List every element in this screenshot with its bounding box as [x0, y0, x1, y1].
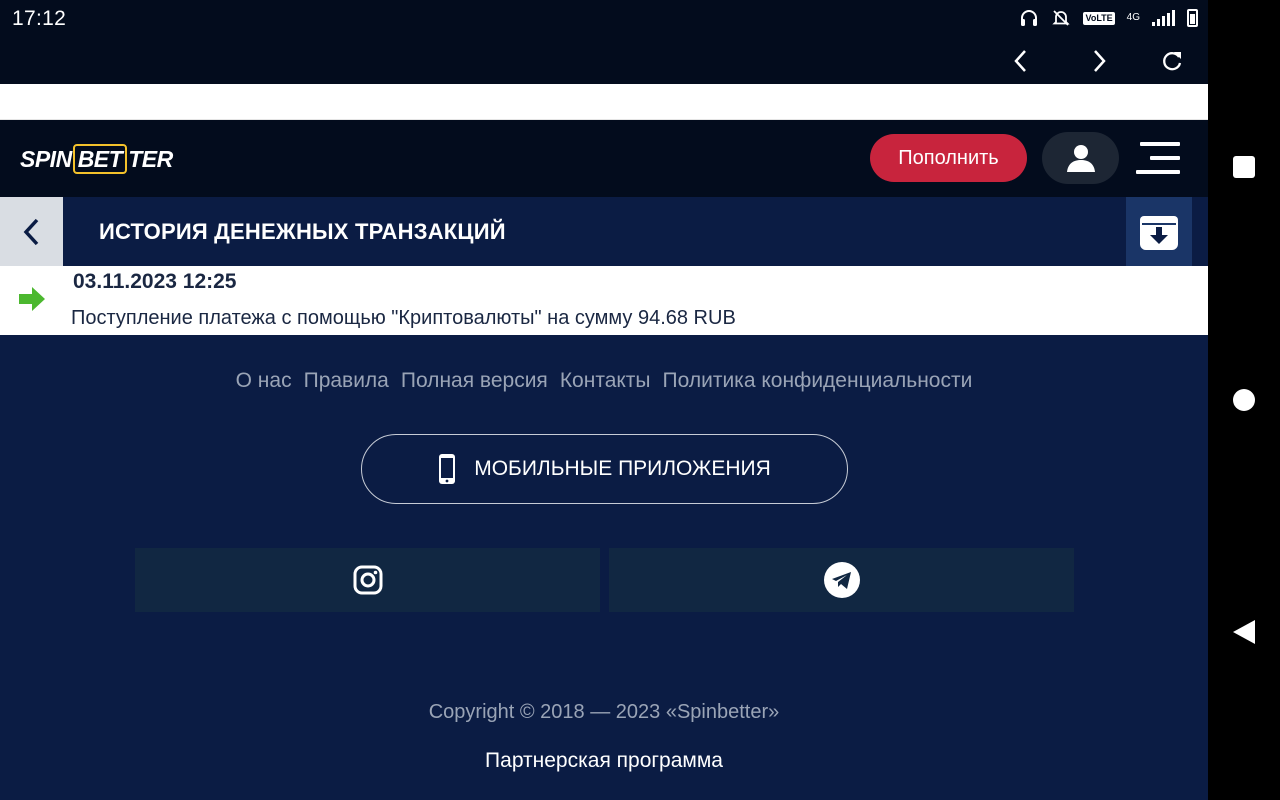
- volte-badge: VoLTE: [1083, 11, 1115, 25]
- footer-link-rules[interactable]: Правила: [304, 369, 389, 393]
- mobile-apps-button[interactable]: МОБИЛЬНЫЕ ПРИЛОЖЕНИЯ: [361, 434, 848, 504]
- back-triangle-icon[interactable]: [1231, 618, 1257, 646]
- battery-icon: [1187, 9, 1198, 27]
- page-title-bar: ИСТОРИЯ ДЕНЕЖНЫХ ТРАНЗАКЦИЙ: [0, 197, 1208, 266]
- status-icons: VoLTE 4G: [1019, 8, 1198, 28]
- incoming-arrow-icon: [19, 287, 45, 311]
- back-button[interactable]: [0, 197, 63, 266]
- archive-download-icon: [1140, 215, 1178, 250]
- signal-icon: [1152, 10, 1175, 26]
- user-icon: [1066, 145, 1095, 172]
- instagram-icon: [353, 565, 382, 595]
- footer-link-full-version[interactable]: Полная версия: [401, 369, 548, 393]
- transaction-row: 03.11.2023 12:25 Поступление платежа с п…: [0, 266, 1208, 335]
- telegram-button[interactable]: [609, 548, 1074, 612]
- transaction-date: 03.11.2023 12:25: [73, 270, 237, 293]
- home-icon[interactable]: [1231, 387, 1257, 413]
- mute-bell-icon: [1052, 10, 1071, 26]
- clock: 17:12: [12, 7, 67, 30]
- address-strip: [0, 84, 1208, 120]
- transaction-description: Поступление платежа с помощью "Криптовал…: [71, 307, 736, 329]
- partner-program-link[interactable]: Партнерская программа: [0, 749, 1208, 773]
- network-type: 4G: [1126, 12, 1140, 23]
- browser-toolbar: [0, 38, 1208, 84]
- deposit-button[interactable]: Пополнить: [870, 134, 1027, 182]
- chevron-left-icon[interactable]: [1006, 46, 1036, 76]
- spinbetter-logo[interactable]: SPIN BET TER: [20, 144, 173, 174]
- instagram-button[interactable]: [135, 548, 600, 612]
- footer-link-privacy[interactable]: Политика конфиденциальности: [663, 369, 973, 393]
- footer-links: О нас Правила Полная версия Контакты Пол…: [0, 369, 1208, 393]
- telegram-icon: [823, 562, 860, 598]
- hamburger-menu-icon[interactable]: [1136, 142, 1180, 176]
- reload-icon[interactable]: [1157, 46, 1187, 76]
- chevron-right-icon[interactable]: [1084, 46, 1114, 76]
- android-navigation-bar: [1208, 0, 1280, 800]
- recents-icon[interactable]: [1231, 154, 1257, 180]
- footer: О нас Правила Полная версия Контакты Пол…: [0, 335, 1208, 800]
- page-title: ИСТОРИЯ ДЕНЕЖНЫХ ТРАНЗАКЦИЙ: [99, 219, 506, 244]
- download-archive-button[interactable]: [1126, 197, 1192, 266]
- copyright: Copyright © 2018 — 2023 «Spinbetter»: [428, 701, 780, 723]
- footer-link-contacts[interactable]: Контакты: [560, 369, 651, 393]
- smartphone-icon: [439, 454, 456, 484]
- footer-link-about[interactable]: О нас: [236, 369, 292, 393]
- mobile-apps-label: МОБИЛЬНЫЕ ПРИЛОЖЕНИЯ: [474, 457, 771, 480]
- status-bar: 17:12 VoLTE 4G: [0, 0, 1208, 38]
- chevron-left-icon: [23, 218, 38, 245]
- headphones-icon: [1021, 10, 1038, 26]
- profile-button[interactable]: [1042, 132, 1119, 184]
- site-header: SPIN BET TER Пополнить: [0, 120, 1208, 197]
